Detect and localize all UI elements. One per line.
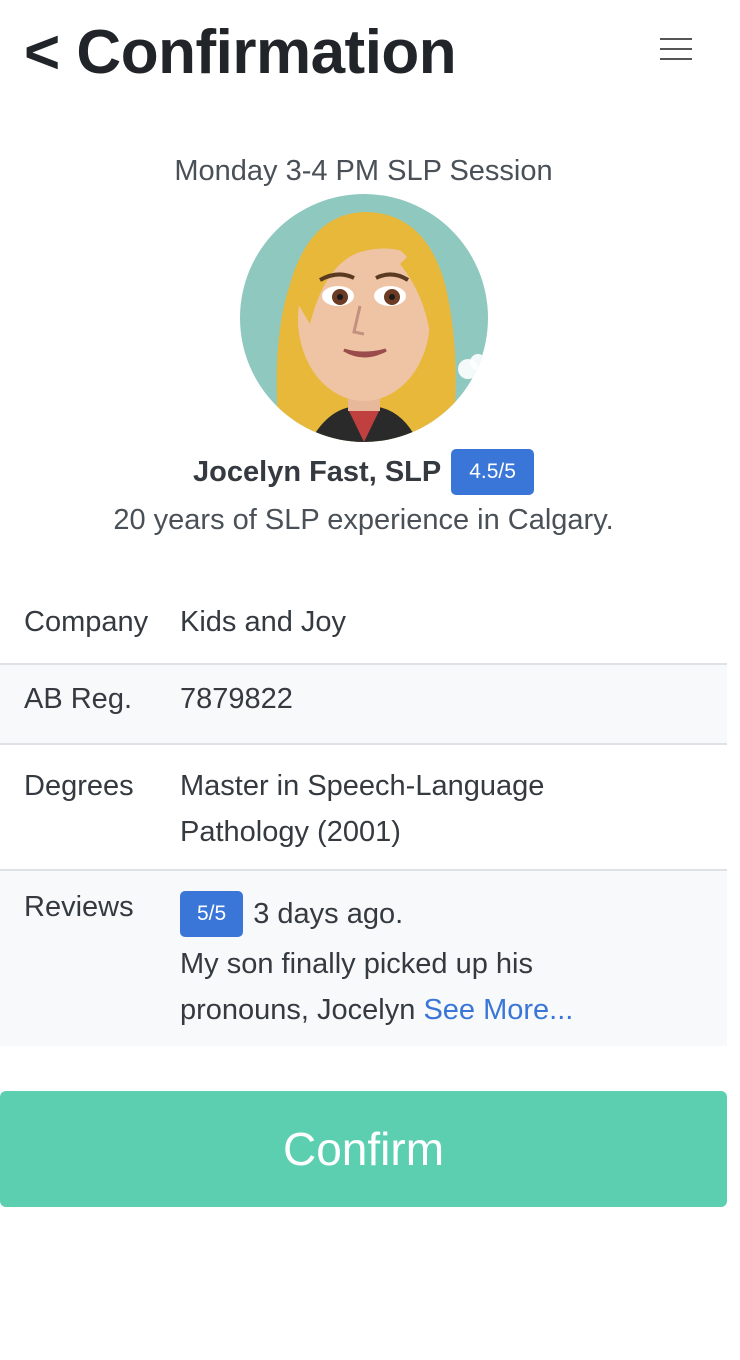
review-header: 5/5 3 days ago. <box>180 891 727 937</box>
review-text-block: My son finally picked up his pronouns, J… <box>180 941 727 1033</box>
company-label: Company <box>24 606 149 638</box>
hamburger-menu-icon[interactable] <box>656 34 696 66</box>
provider-name: Jocelyn Fast, SLP <box>193 455 442 488</box>
see-more-link[interactable]: See More... <box>423 994 573 1026</box>
app-header: < Confirmation <box>0 0 740 110</box>
provider-name-row: Jocelyn Fast, SLP 4.5/5 <box>0 448 727 496</box>
confirm-button[interactable]: Confirm <box>0 1091 727 1207</box>
review-entry: 5/5 3 days ago. My son finally picked up… <box>180 869 727 1046</box>
provider-experience: 20 years of SLP experience in Calgary. <box>113 504 614 536</box>
review-time: 3 days ago. <box>253 897 404 930</box>
provider-details-table: Company Kids and Joy AB Reg. 7879822 Deg… <box>0 586 727 1046</box>
registration-label: AB Reg. <box>0 663 180 744</box>
table-row-registration: AB Reg. 7879822 <box>0 663 727 744</box>
registration-value: 7879822 <box>180 663 727 744</box>
reviews-label: Reviews <box>0 869 180 1046</box>
back-button-title[interactable]: < Confirmation <box>24 16 457 90</box>
table-row-degrees: Degrees Master in Speech-Language Pathol… <box>0 743 727 870</box>
review-rating-badge: 5/5 <box>180 891 244 937</box>
table-row-reviews: Reviews 5/5 3 days ago. My son finally p… <box>0 869 727 1046</box>
company-value: Kids and Joy <box>180 606 347 638</box>
session-title: Monday 3-4 PM SLP Session <box>174 155 553 187</box>
provider-avatar <box>239 194 488 442</box>
degrees-value: Master in Speech-Language Pathology (200… <box>180 743 727 870</box>
table-row-company: Company Kids and Joy <box>0 586 727 664</box>
provider-profile: Monday 3-4 PM SLP Session Jocelyn Fast, … <box>0 148 727 542</box>
degrees-label: Degrees <box>0 743 180 870</box>
provider-rating-badge: 4.5/5 <box>451 449 534 495</box>
